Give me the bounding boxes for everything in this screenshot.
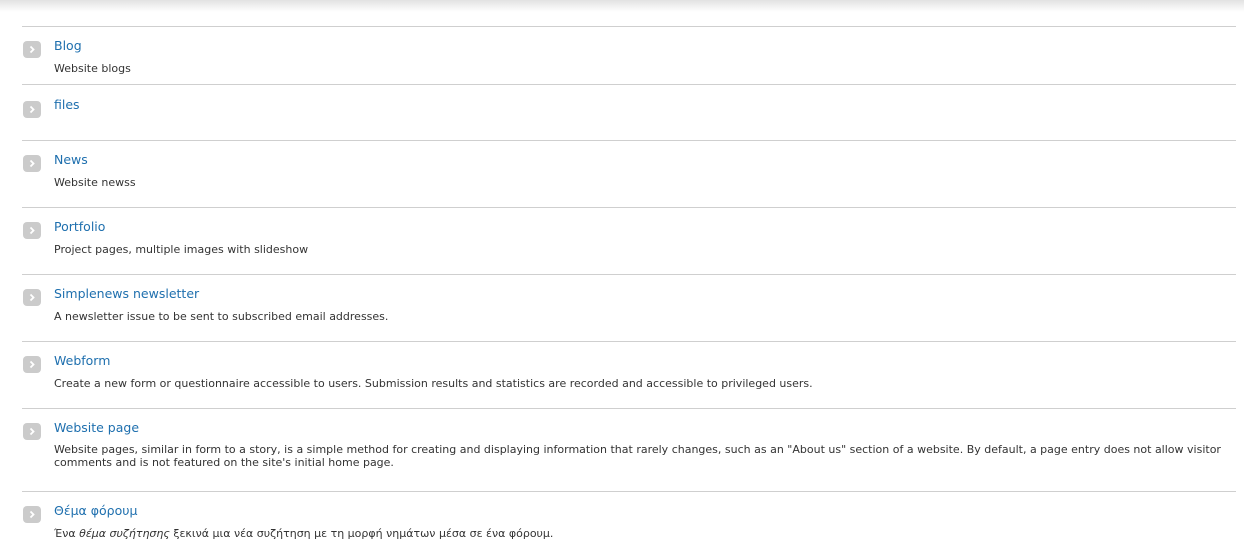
description-blog: Website blogs <box>54 62 131 75</box>
description-forum-topic: Ένα θέμα συζήτησης ξεκινά μια νέα συζήτη… <box>54 527 1232 540</box>
link-blog[interactable]: Blog <box>54 38 82 54</box>
chevron-right-icon <box>23 506 41 523</box>
chevron-right-icon <box>23 222 41 239</box>
link-files[interactable]: files <box>54 97 80 113</box>
list-item-forum-topic: Θέμα φόρουμ Ένα θέμα συζήτησης ξεκινά μι… <box>22 492 1236 552</box>
top-shadow-bar <box>0 0 1244 12</box>
list-item-news: News Website newss <box>22 141 1236 208</box>
description-text-end: ξεκινά μια νέα συζήτηση με τη μορφή νημά… <box>169 527 554 540</box>
description-portfolio: Project pages, multiple images with slid… <box>54 243 309 256</box>
list-item-webform: Webform Create a new form or questionnai… <box>22 342 1236 409</box>
chevron-right-icon <box>23 155 41 172</box>
list-item-files: files <box>22 85 1236 141</box>
link-webform[interactable]: Webform <box>54 353 110 369</box>
chevron-right-icon <box>23 423 41 440</box>
description-news: Website newss <box>54 176 136 189</box>
description-webform: Create a new form or questionnaire acces… <box>54 377 813 390</box>
description-simplenews-newsletter: A newsletter issue to be sent to subscri… <box>54 310 389 323</box>
description-text-start: Ένα <box>54 527 80 540</box>
link-simplenews-newsletter[interactable]: Simplenews newsletter <box>54 286 199 302</box>
chevron-right-icon <box>23 289 41 306</box>
chevron-right-icon <box>23 356 41 373</box>
content-type-list: Blog Website blogs files News Website ne… <box>22 26 1236 552</box>
list-item-blog: Blog Website blogs <box>22 27 1236 85</box>
link-forum-topic[interactable]: Θέμα φόρουμ <box>54 503 137 519</box>
chevron-right-icon <box>23 101 41 118</box>
list-item-portfolio: Portfolio Project pages, multiple images… <box>22 208 1236 275</box>
link-news[interactable]: News <box>54 152 88 168</box>
link-website-page[interactable]: Website page <box>54 420 139 436</box>
description-emphasis: θέμα συζήτησης <box>79 527 170 540</box>
description-website-page: Website pages, similar in form to a stor… <box>54 443 1221 469</box>
chevron-right-icon <box>23 41 41 58</box>
link-portfolio[interactable]: Portfolio <box>54 219 105 235</box>
list-item-simplenews: Simplenews newsletter A newsletter issue… <box>22 275 1236 342</box>
list-item-website-page: Website page Website pages, similar in f… <box>22 409 1236 492</box>
